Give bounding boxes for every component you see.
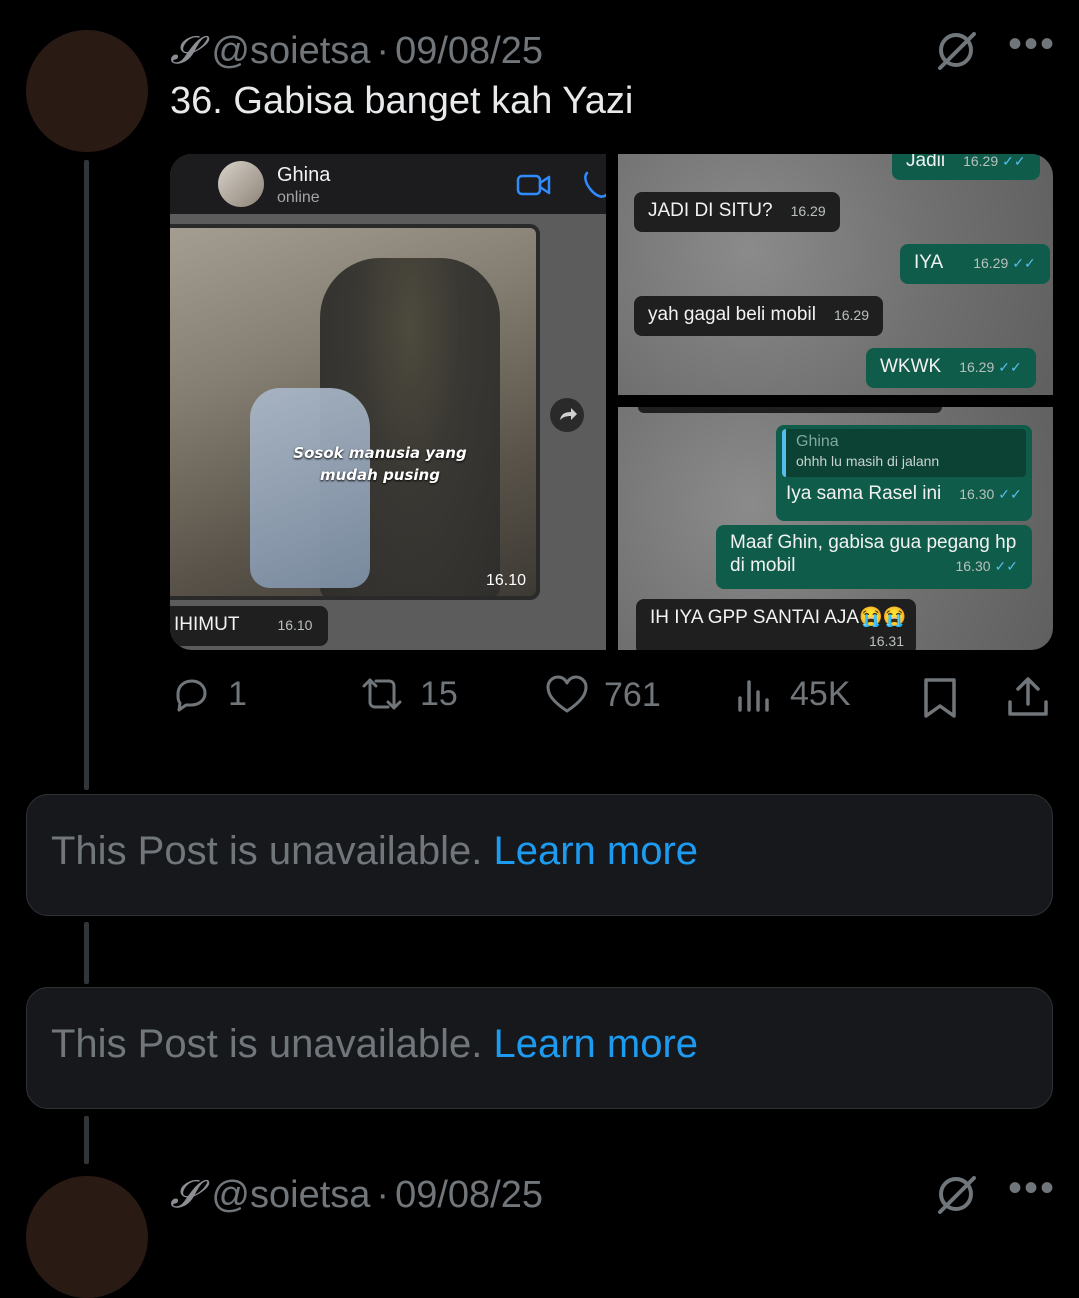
display-name[interactable]: 𝓢 (170, 28, 199, 72)
video-call-icon (516, 172, 552, 203)
unavailable-post: This Post is unavailable. Learn more (26, 794, 1053, 916)
message-bubble: Maaf Ghin, gabisa gua pegang hp di mobil… (716, 525, 1032, 589)
bookmark-icon (920, 676, 960, 720)
message-text: IHIMUT (174, 614, 240, 635)
caption-line: Sosok manusia yang (293, 444, 467, 462)
message-bubble: IHIMUT 16.10 (170, 606, 328, 646)
message-bubble: IYA 16.29 ✓✓ (900, 244, 1050, 284)
read-check-icon: ✓✓ (1002, 154, 1026, 169)
message-text: di mobil (730, 555, 796, 576)
chat-screenshot-bottom-right: Ghina ohhh lu masih di jalann Iya sama R… (618, 407, 1053, 650)
read-check-icon: ✓✓ (994, 558, 1018, 574)
message-bubble: yah gagal beli mobil 16.29 (634, 296, 883, 336)
photo-caption: Sosok manusia yang mudah pusing (280, 442, 480, 486)
unavailable-text-row: This Post is unavailable. Learn more (51, 1022, 698, 1067)
chat-header: Ghina online (170, 154, 606, 214)
message-text: JADI DI SITU? (648, 200, 773, 221)
message-time: 16.29 (833, 307, 869, 323)
unavailable-post: This Post is unavailable. Learn more (26, 987, 1053, 1109)
post-actions: 1 15 761 45K (170, 674, 1050, 724)
avatar[interactable] (26, 1176, 148, 1298)
thread-line (84, 160, 89, 790)
message-bubble: Jadii 16.29 ✓✓ (892, 154, 1040, 180)
chat-screenshot-top-right: Jadii 16.29 ✓✓ JADI DI SITU? 16.29 IYA 16.29… (618, 154, 1053, 395)
shared-photo: Sosok manusia yang mudah pusing 16.10 (170, 224, 540, 600)
message-text: IYA (914, 252, 944, 273)
message-text: Iya sama Rasel ini (786, 483, 942, 504)
message-text: Jadii (906, 154, 946, 171)
reply-icon (170, 674, 210, 714)
display-name[interactable]: 𝓢 (170, 1172, 199, 1216)
avatar[interactable] (26, 30, 148, 152)
contact-avatar (218, 161, 264, 207)
learn-more-link[interactable]: Learn more (493, 1022, 698, 1066)
reply-count: 1 (228, 674, 247, 713)
repost-button[interactable]: 15 (356, 674, 458, 714)
post-date[interactable]: 09/08/25 (395, 1174, 543, 1216)
reply-quote: Ghina ohhh lu masih di jalann (782, 429, 1026, 477)
read-check-icon: ✓✓ (1012, 255, 1036, 271)
post-date[interactable]: 09/08/25 (395, 30, 543, 72)
views-button[interactable]: 45K (734, 674, 851, 714)
read-check-icon: ✓✓ (998, 359, 1022, 375)
repost-icon (356, 674, 408, 714)
message-time: 16.29 (959, 359, 995, 375)
message-time: 16.10 (277, 617, 313, 633)
post-header: 𝓢 @soietsa · 09/08/25 (170, 1172, 543, 1217)
message-bubble: WKWK 16.29 ✓✓ (866, 348, 1036, 388)
post-text: 36. Gabisa banget kah Yazi (170, 80, 634, 122)
message-time: 16.30 (959, 486, 995, 502)
message-time: 16.31 (868, 633, 904, 649)
reply-quote-name: Ghina (796, 433, 839, 450)
views-icon (734, 674, 774, 714)
message-time: 16.30 (955, 558, 991, 574)
caption-line: mudah pusing (320, 466, 440, 484)
message-time: 16.29 (790, 203, 826, 219)
thread-line (84, 1116, 89, 1164)
reply-quote-text: ohhh lu masih di jalann (796, 453, 940, 469)
grok-icon[interactable] (934, 1172, 978, 1221)
chat-screenshot-left: Ghina online Sosok manusia yang mudah pu… (170, 154, 606, 650)
share-icon (1006, 674, 1050, 720)
heart-icon (544, 674, 590, 716)
message-bubble: IH IYA GPP SANTAI AJA😭😭 16.31 (636, 599, 916, 650)
unavailable-text-row: This Post is unavailable. Learn more (51, 829, 698, 874)
message-time: 16.29 (973, 255, 1009, 271)
photo-time: 16.10 (485, 572, 526, 589)
post-header: 𝓢 @soietsa · 09/08/25 (170, 28, 543, 73)
message-bubble: JADI DI SITU? 16.29 (634, 192, 840, 232)
message-time: 16.29 (963, 154, 999, 169)
thread-line (84, 922, 89, 984)
more-icon[interactable]: ••• (1008, 1166, 1056, 1211)
forward-icon (550, 398, 584, 432)
separator: · (376, 1174, 390, 1216)
bookmark-button[interactable] (920, 676, 960, 720)
reply-bubble: Ghina ohhh lu masih di jalann Iya sama R… (776, 425, 1032, 521)
read-check-icon: ✓✓ (998, 486, 1022, 502)
message-text: IH IYA GPP SANTAI AJA😭😭 (650, 607, 907, 628)
reply-button[interactable]: 1 (170, 674, 247, 714)
like-button[interactable]: 761 (544, 674, 661, 716)
separator: · (376, 30, 390, 72)
message-text: Maaf Ghin, gabisa gua pegang hp (730, 532, 1017, 553)
contact-name: Ghina (277, 164, 331, 186)
more-icon[interactable]: ••• (1008, 22, 1056, 67)
learn-more-link[interactable]: Learn more (493, 829, 698, 873)
post-media[interactable]: Ghina online Sosok manusia yang mudah pu… (170, 154, 1053, 650)
message-text: yah gagal beli mobil (648, 304, 816, 325)
views-count: 45K (790, 674, 851, 713)
unavailable-text: This Post is unavailable. (51, 829, 483, 873)
share-button[interactable] (1006, 674, 1050, 720)
photo-cloth (250, 388, 370, 588)
grok-icon[interactable] (934, 28, 978, 77)
handle[interactable]: @soietsa (211, 30, 370, 72)
repost-count: 15 (420, 674, 458, 713)
message-text: WKWK (880, 356, 942, 377)
phone-icon (582, 170, 606, 205)
handle[interactable]: @soietsa (211, 1174, 370, 1216)
unavailable-text: This Post is unavailable. (51, 1022, 483, 1066)
like-count: 761 (604, 675, 661, 714)
cropped-bubble (638, 407, 942, 413)
contact-status: online (277, 189, 320, 206)
